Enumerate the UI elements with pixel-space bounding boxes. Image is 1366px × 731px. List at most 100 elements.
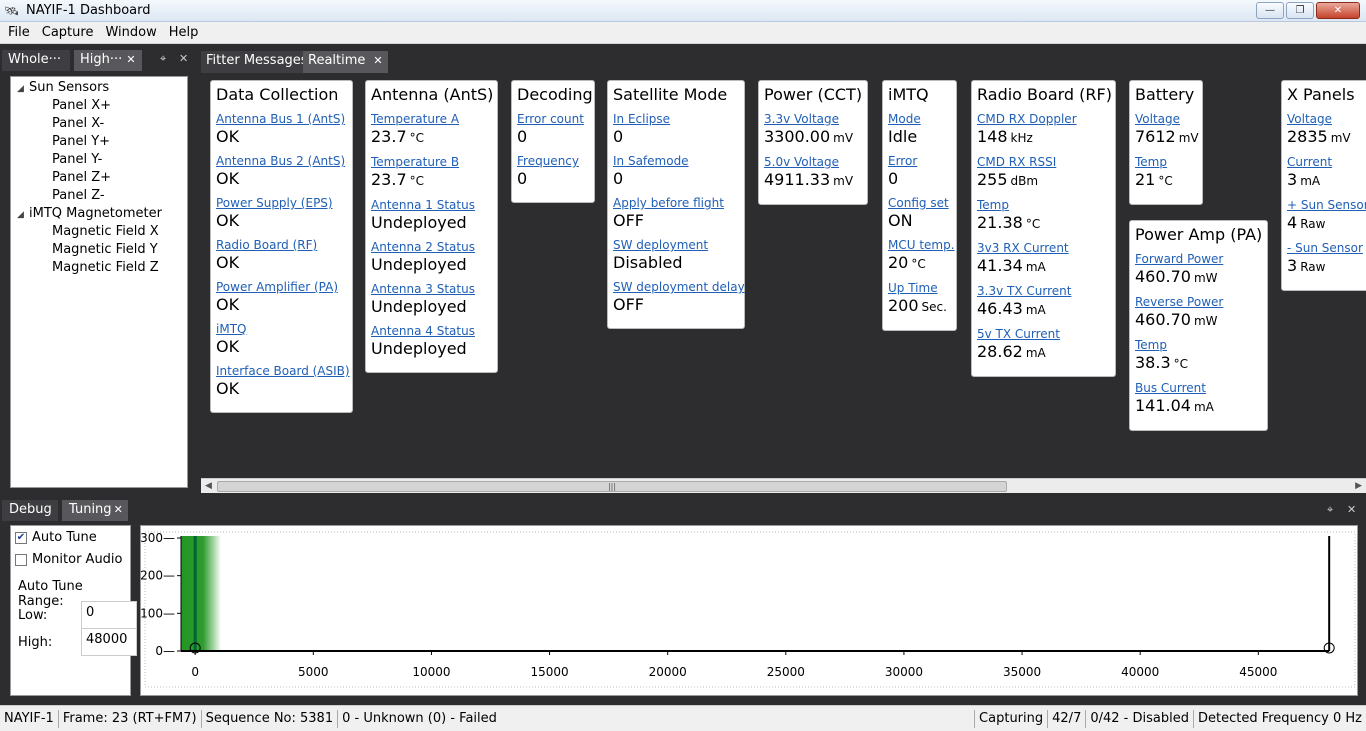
field-link[interactable]: + Sun Sensor — [1287, 198, 1366, 213]
field-value: OK — [216, 253, 347, 273]
field-link[interactable]: 3.3v TX Current — [977, 284, 1110, 299]
panel-close-icon[interactable]: ✕ — [1347, 503, 1356, 516]
field-link[interactable]: Temp — [977, 198, 1110, 213]
tree-leaf[interactable]: Panel Z+ — [11, 169, 187, 187]
field-link[interactable]: Current — [1287, 155, 1366, 170]
menu-file[interactable]: File — [2, 25, 36, 40]
field-value: OK — [216, 211, 347, 231]
field-link[interactable]: Error — [888, 154, 951, 169]
field-link[interactable]: Interface Board (ASIB) — [216, 364, 350, 379]
field-link[interactable]: CMD RX Doppler — [977, 112, 1110, 127]
field-link[interactable]: Voltage — [1135, 112, 1197, 127]
tuning-panel: ✔ Auto Tune Monitor Audio Auto Tune Rang… — [10, 525, 137, 696]
tab-high[interactable]: High··· ✕ — [74, 50, 142, 71]
menu-capture[interactable]: Capture — [36, 25, 100, 40]
menu-help[interactable]: Help — [163, 25, 205, 40]
tree-leaf[interactable]: Panel X- — [11, 115, 187, 133]
pin-icon[interactable]: ⌖ — [160, 52, 166, 66]
field-link[interactable]: In Eclipse — [613, 112, 739, 127]
monitor-audio-checkbox[interactable]: Monitor Audio — [15, 552, 123, 567]
field-link[interactable]: CMD RX RSSI — [977, 155, 1110, 170]
field-value: 0 — [613, 127, 739, 147]
value-text: 460.70 — [1135, 310, 1191, 329]
tab-whole[interactable]: Whole··· — [2, 50, 70, 71]
field-link[interactable]: Antenna 3 Status — [371, 282, 492, 297]
field-link[interactable]: Radio Board (RF) — [216, 238, 347, 253]
horizontal-scrollbar[interactable]: ◀ ||| ▶ — [201, 478, 1366, 493]
field-link[interactable]: 3v3 RX Current — [977, 241, 1110, 256]
field-link[interactable]: Mode — [888, 112, 951, 127]
spectrum-chart[interactable]: 0— 100— 200— 300— 0 5000 10000 15000 20000 25000 3… — [141, 526, 1359, 697]
field-link[interactable]: 3.3v Voltage — [764, 112, 862, 127]
value-text: Undeployed — [371, 297, 467, 316]
close-icon[interactable]: ✕ — [1316, 2, 1360, 19]
expand-triangle-icon[interactable]: ◢ — [17, 206, 29, 224]
tree-leaf[interactable]: Panel Z- — [11, 187, 187, 205]
tree-leaf[interactable]: Panel Y+ — [11, 133, 187, 151]
field-link[interactable]: SW deployment — [613, 238, 739, 253]
field-link[interactable]: iMTQ — [216, 322, 347, 337]
field-link[interactable]: Power Amplifier (PA) — [216, 280, 347, 295]
field-link[interactable]: Up Time — [888, 281, 951, 296]
high-label: High: — [18, 635, 53, 650]
realtime-panel: Data Collection Antenna Bus 1 (AntS) OK Ant… — [201, 73, 1366, 478]
tab-close-icon[interactable]: ✕ — [114, 503, 123, 516]
field-link[interactable]: 5v TX Current — [977, 327, 1110, 342]
tree-leaf[interactable]: Magnetic Field Z — [11, 259, 187, 277]
field-link[interactable]: Antenna 4 Status — [371, 324, 492, 339]
field-link[interactable]: Antenna 1 Status — [371, 198, 492, 213]
field-link[interactable]: Voltage — [1287, 112, 1366, 127]
field-link[interactable]: In Safemode — [613, 154, 739, 169]
field-link[interactable]: Reverse Power — [1135, 295, 1262, 310]
y-tick-label: 0— — [155, 644, 175, 658]
field-link[interactable]: Antenna Bus 2 (AntS) — [216, 154, 347, 169]
checkbox-icon[interactable]: ✔ — [15, 531, 27, 544]
field-link[interactable]: Temp — [1135, 155, 1197, 170]
field-link[interactable]: Error count — [517, 112, 589, 127]
field-link[interactable]: MCU temp. — [888, 238, 955, 253]
monitor-audio-label: Monitor Audio — [32, 552, 123, 567]
low-input[interactable]: 0 — [81, 601, 137, 629]
field-link[interactable]: Frequency — [517, 154, 589, 169]
high-input[interactable]: 48000 — [81, 628, 137, 656]
window-title: NAYIF-1 Dashboard — [26, 3, 151, 18]
restore-icon[interactable]: ❐ — [1286, 2, 1314, 19]
tree-node[interactable]: ◢ Sun Sensors — [11, 79, 187, 97]
tab-realtime[interactable]: Realtime ✕ — [303, 51, 388, 73]
pin-icon[interactable]: ⌖ — [1327, 503, 1333, 517]
field-link[interactable]: Temp — [1135, 338, 1262, 353]
field-link[interactable]: Config set — [888, 196, 951, 211]
checkbox-icon[interactable] — [15, 553, 27, 566]
tab-close-icon[interactable]: ✕ — [373, 54, 382, 67]
tab-close-icon[interactable]: ✕ — [126, 53, 135, 66]
auto-tune-checkbox[interactable]: ✔ Auto Tune — [15, 530, 97, 545]
menu-window[interactable]: Window — [99, 25, 162, 40]
tab-fitter-messages[interactable]: Fitter Messages — [201, 51, 313, 73]
minimize-icon[interactable]: — — [1256, 2, 1284, 19]
tree-leaf[interactable]: Panel Y- — [11, 151, 187, 169]
field-link[interactable]: Power Supply (EPS) — [216, 196, 347, 211]
scroll-left-icon[interactable]: ◀ — [205, 479, 212, 494]
value-text: OFF — [613, 211, 644, 230]
expand-triangle-icon[interactable]: ◢ — [17, 80, 29, 98]
scroll-thumb[interactable]: ||| — [217, 481, 1007, 492]
panel-close-icon[interactable]: ✕ — [179, 52, 188, 65]
field-link[interactable]: Apply before flight — [613, 196, 739, 211]
scroll-right-icon[interactable]: ▶ — [1355, 479, 1362, 494]
field-link[interactable]: Antenna Bus 1 (AntS) — [216, 112, 347, 127]
tab-debug[interactable]: Debug — [2, 500, 58, 521]
tab-tuning[interactable]: Tuning ✕ — [62, 500, 128, 521]
field-link[interactable]: SW deployment delay — [613, 280, 745, 295]
value-text: 3 — [1287, 256, 1298, 275]
field-link[interactable]: Antenna 2 Status — [371, 240, 492, 255]
tree-leaf[interactable]: Panel X+ — [11, 97, 187, 115]
field-link[interactable]: 5.0v Voltage — [764, 155, 862, 170]
field-link[interactable]: - Sun Sensor — [1287, 241, 1366, 256]
tree-leaf[interactable]: Magnetic Field X — [11, 223, 187, 241]
field-link[interactable]: Bus Current — [1135, 381, 1262, 396]
field-link[interactable]: Temperature B — [371, 155, 492, 170]
field-link[interactable]: Temperature A — [371, 112, 492, 127]
tree-leaf[interactable]: Magnetic Field Y — [11, 241, 187, 259]
tree-node[interactable]: ◢ iMTQ Magnetometer — [11, 205, 187, 223]
field-link[interactable]: Forward Power — [1135, 252, 1262, 267]
